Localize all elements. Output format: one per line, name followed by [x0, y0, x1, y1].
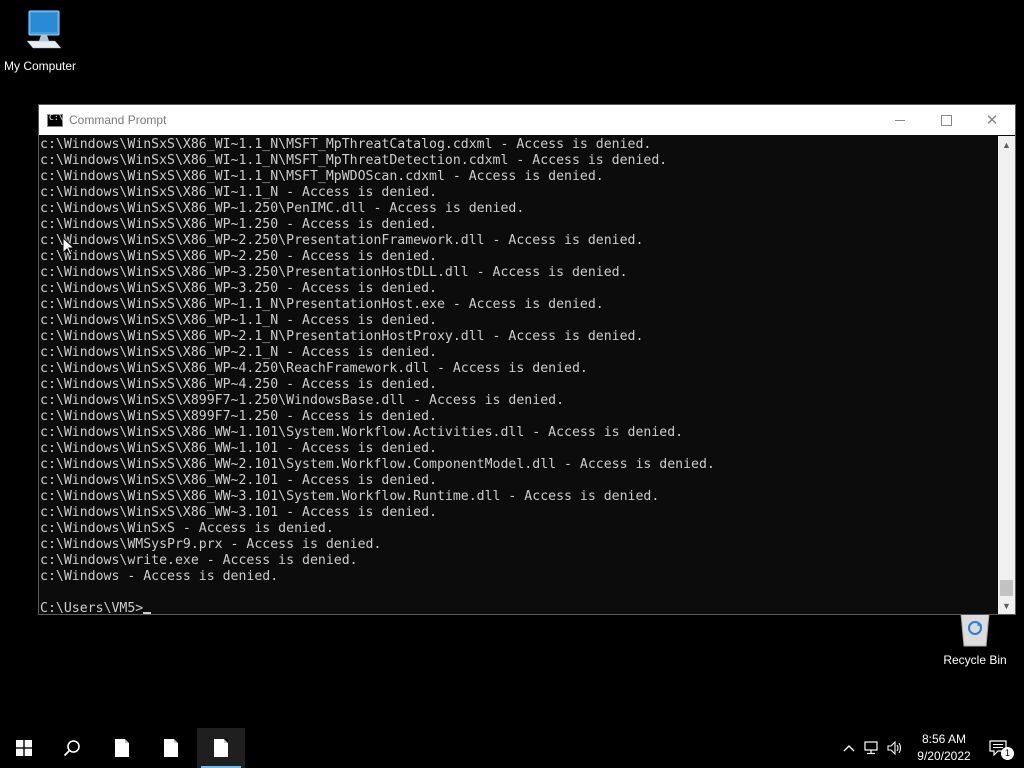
scroll-down-arrow-icon[interactable]: ▼ [998, 597, 1015, 614]
windows-start-icon [16, 740, 32, 756]
computer-icon [26, 10, 62, 49]
console-line: c:\Windows\WinSxS\X86_WP~1.1_N\Presentat… [40, 297, 604, 312]
console-line: c:\Windows\WinSxS\X86_WI~1.1_N\MSFT_MpWD… [40, 169, 604, 184]
taskbar-app-2[interactable] [147, 728, 195, 768]
console-line: c:\Windows\WinSxS\X86_WW~3.101 - Access … [40, 505, 437, 520]
file-icon [115, 739, 129, 757]
notification-count-badge: 1 [1001, 747, 1014, 760]
taskbar-app-1[interactable] [98, 728, 146, 768]
console-line: c:\Windows\WinSxS\X86_WP~2.250\Presentat… [40, 233, 644, 248]
search-icon [63, 740, 80, 757]
console-line: c:\Windows\WinSxS\X86_WI~1.1_N\MSFT_MpTh… [40, 153, 668, 168]
console-line: c:\Windows\WinSxS\X86_WP~3.250\Presentat… [40, 265, 628, 280]
console-line: c:\Windows\WinSxS\X899F7~1.250 - Access … [40, 409, 437, 424]
minimize-icon [895, 119, 905, 121]
console-line: c:\Windows\WinSxS\X86_WW~2.101 - Access … [40, 473, 437, 488]
window-titlebar[interactable]: C:\ Command Prompt ✕ [39, 105, 1015, 135]
close-button[interactable]: ✕ [969, 105, 1015, 135]
clock-time: 8:56 AM [921, 732, 967, 746]
taskbar-clock[interactable]: 8:56 AM 9/20/2022 [906, 731, 982, 765]
clock-date: 9/20/2022 [917, 749, 971, 763]
text-cursor [143, 612, 152, 614]
minimize-button[interactable] [877, 105, 923, 135]
mouse-pointer-icon [63, 238, 75, 256]
recycle-bin-icon [960, 613, 990, 647]
taskbar-app-3-active[interactable] [197, 728, 245, 768]
console-line: c:\Windows\WinSxS\X86_WI~1.1_N - Access … [40, 185, 437, 200]
file-icon [214, 739, 228, 757]
close-icon: ✕ [985, 111, 999, 129]
console-line: c:\Windows\WinSxS\X86_WP~3.250 - Access … [40, 281, 437, 296]
console-line: c:\Windows\WMSysPr9.prx - Access is deni… [40, 537, 382, 552]
chevron-up-icon[interactable] [840, 738, 858, 758]
console-output[interactable]: c:\Windows\WinSxS\X86_WI~1.1_N\MSFT_MpTh… [39, 136, 999, 614]
console-line: c:\Windows\WinSxS\X86_WW~1.101\System.Wo… [40, 425, 684, 440]
scroll-up-arrow-icon[interactable]: ▲ [998, 136, 1015, 153]
console-line: c:\Windows\write.exe - Access is denied. [40, 553, 358, 568]
console-line: c:\Windows\WinSxS\X86_WP~2.1_N - Access … [40, 345, 437, 360]
console-line: c:\Windows - Access is denied. [40, 569, 279, 584]
console-line: c:\Windows\WinSxS - Access is denied. [40, 521, 334, 536]
maximize-icon [940, 114, 952, 126]
prompt-text: C:\Users\VM5> [40, 601, 144, 614]
maximize-button[interactable] [923, 105, 969, 135]
console-line: c:\Windows\WinSxS\X86_WP~2.250 - Access … [40, 249, 437, 264]
my-computer-label: My Computer [3, 59, 77, 73]
start-button[interactable] [0, 728, 48, 768]
console-line: c:\Windows\WinSxS\X86_WP~2.1_N\Presentat… [40, 329, 644, 344]
console-line: c:\Windows\WinSxS\X86_WP~1.1_N - Access … [40, 313, 437, 328]
cmd-icon: C:\ [47, 113, 63, 127]
console-line: c:\Windows\WinSxS\X86_WW~3.101\System.Wo… [40, 489, 660, 504]
console-lines: c:\Windows\WinSxS\X86_WI~1.1_N\MSFT_MpTh… [40, 137, 715, 585]
console-line: c:\Windows\WinSxS\X86_WI~1.1_N\MSFT_MpTh… [40, 137, 652, 152]
console-line: c:\Windows\WinSxS\X86_WP~4.250\ReachFram… [40, 361, 588, 376]
console-line: c:\Windows\WinSxS\X86_WP~1.250 - Access … [40, 217, 437, 232]
my-computer-shortcut[interactable]: My Computer [0, 8, 80, 73]
volume-icon[interactable] [886, 738, 904, 758]
console-line: c:\Windows\WinSxS\X86_WW~2.101\System.Wo… [40, 457, 715, 472]
recycle-bin-shortcut[interactable]: Recycle Bin [935, 612, 1015, 667]
search-button[interactable] [48, 728, 96, 768]
action-center-button[interactable]: 1 [986, 738, 1014, 760]
console-line: c:\Windows\WinSxS\X86_WP~4.250 - Access … [40, 377, 437, 392]
file-icon [164, 739, 178, 757]
command-prompt-line[interactable]: C:\Users\VM5> [40, 601, 152, 614]
recycle-bin-label: Recycle Bin [943, 653, 1007, 667]
console-line: c:\Windows\WinSxS\X86_WW~1.101 - Access … [40, 441, 437, 456]
taskbar: 8:56 AM 9/20/2022 1 [0, 728, 1024, 768]
network-icon[interactable] [863, 738, 881, 758]
command-prompt-window[interactable]: C:\ Command Prompt ✕ c:\Windows\WinSxS\X… [38, 104, 1016, 615]
scroll-thumb[interactable] [1000, 580, 1013, 596]
console-line: c:\Windows\WinSxS\X86_WP~1.250\PenIMC.dl… [40, 201, 525, 216]
console-line: c:\Windows\WinSxS\X899F7~1.250\WindowsBa… [40, 393, 565, 408]
vertical-scrollbar[interactable]: ▲ ▼ [998, 136, 1015, 614]
window-title: Command Prompt [69, 113, 167, 127]
